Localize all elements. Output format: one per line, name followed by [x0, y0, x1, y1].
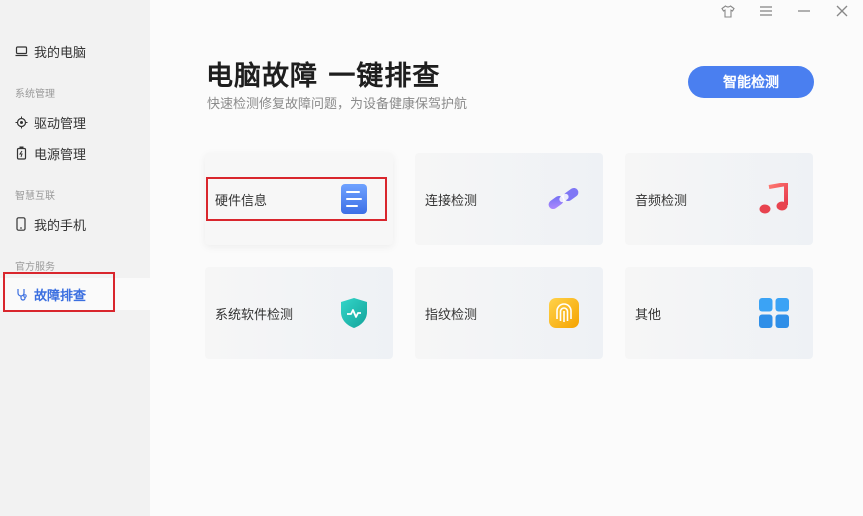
minimize-icon[interactable] [795, 2, 813, 20]
card-label: 连接检测 [425, 193, 478, 209]
fingerprint-icon [547, 296, 581, 330]
card-audio-test[interactable]: 音频检测 [625, 153, 813, 245]
card-fingerprint-test[interactable]: 指纹检测 [415, 267, 603, 359]
card-label: 指纹检测 [425, 307, 478, 323]
sidebar-item-my-computer[interactable]: 我的电脑 [0, 35, 150, 67]
laptop-icon [14, 44, 28, 58]
window-controls [719, 2, 851, 20]
card-label: 系统软件检测 [215, 307, 294, 323]
smart-check-button[interactable]: 智能检测 [688, 66, 814, 98]
sidebar: 我的电脑 系统管理 驱动管理 电源管理 智慧互联 我的手机 官方服务 故障排查 [0, 0, 150, 516]
card-label: 音频检测 [635, 193, 688, 209]
phone-icon [14, 217, 28, 231]
shield-icon [337, 296, 371, 330]
close-icon[interactable] [833, 2, 851, 20]
page-subtitle: 快速检测修复故障问题，为设备健康保驾护航 [207, 97, 468, 112]
card-label: 其他 [635, 307, 662, 323]
sidebar-item-label: 驱动管理 [34, 116, 87, 132]
sidebar-item-label: 电源管理 [34, 147, 87, 163]
card-system-software-test[interactable]: 系统软件检测 [205, 267, 393, 359]
highlight-box-hardware-info [206, 177, 387, 221]
card-other[interactable]: 其他 [625, 267, 813, 359]
shirt-icon[interactable] [719, 2, 737, 20]
apps-grid-icon [757, 296, 791, 330]
menu-icon[interactable] [757, 2, 775, 20]
sidebar-item-label: 我的手机 [34, 218, 87, 234]
sidebar-item-label: 我的电脑 [34, 45, 87, 61]
music-note-icon [757, 182, 791, 216]
section-label-system: 系统管理 [15, 89, 55, 100]
sidebar-item-power-management[interactable]: 电源管理 [0, 137, 150, 169]
battery-icon [14, 146, 28, 160]
chip-icon [14, 115, 28, 129]
sidebar-item-my-phone[interactable]: 我的手机 [0, 208, 150, 240]
section-label-smart: 智慧互联 [15, 191, 55, 202]
section-label-official: 官方服务 [15, 262, 55, 273]
card-connection-test[interactable]: 连接检测 [415, 153, 603, 245]
link-icon [547, 182, 581, 216]
highlight-box-troubleshooting [3, 272, 115, 312]
page-title: 电脑故障 一键排查 [206, 61, 441, 92]
sidebar-item-driver-management[interactable]: 驱动管理 [0, 106, 150, 138]
